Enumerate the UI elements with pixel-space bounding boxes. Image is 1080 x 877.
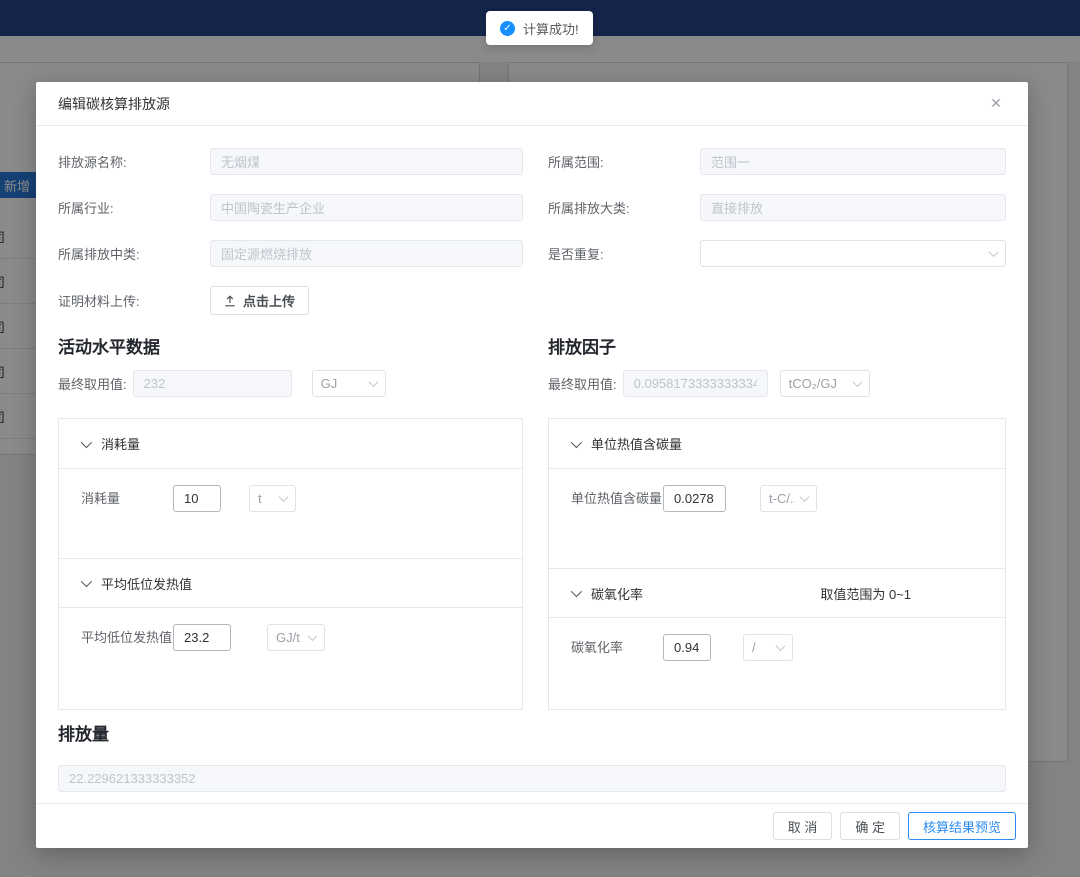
heating-value-unit-select: GJ/t	[267, 624, 325, 651]
oxidation-rate-range-note: 取值范围为 0~1	[820, 584, 911, 603]
upload-icon	[224, 295, 236, 307]
carbon-content-panel-header[interactable]: 单位热值含碳量	[549, 419, 1005, 469]
factor-final-label: 最终取用值:	[548, 374, 617, 393]
duplicate-select[interactable]	[700, 240, 1006, 267]
activity-final-unit-select: GJ	[312, 370, 386, 397]
factor-panels: 单位热值含碳量 单位热值含碳量 t-C/... 碳氧化	[548, 418, 1006, 710]
chevron-down-icon	[368, 377, 378, 387]
field-industry: 所属行业:	[58, 194, 523, 221]
dialog-title: 编辑碳核算排放源	[58, 94, 170, 114]
factor-final-input	[623, 370, 768, 397]
data-sections: 活动水平数据 最终取用值: GJ 消耗量	[58, 329, 1006, 710]
upload-label: 证明材料上传:	[58, 291, 210, 310]
oxidation-rate-label: 碳氧化率	[571, 634, 663, 657]
heating-value-label: 平均低位发热值	[81, 624, 173, 647]
edit-emission-source-dialog: 编辑碳核算排放源 排放源名称: 所属范围: 所属行业: 所属排放大类:	[36, 82, 1028, 848]
carbon-content-label: 单位热值含碳量	[571, 485, 663, 508]
carbon-content-input[interactable]	[663, 485, 726, 512]
chevron-down-icon	[308, 631, 318, 641]
success-toast: 计算成功!	[486, 11, 593, 45]
dialog-footer: 取 消 确 定 核算结果预览	[36, 803, 1028, 848]
carbon-content-unit-select: t-C/...	[760, 485, 817, 512]
close-icon[interactable]	[986, 94, 1006, 114]
factor-section-title: 排放因子	[548, 333, 1006, 358]
industry-label: 所属行业:	[58, 198, 210, 217]
activity-panels: 消耗量 消耗量 t 平均低位发热值	[58, 418, 523, 710]
duplicate-label: 是否重复:	[548, 244, 700, 263]
chevron-down-icon	[989, 247, 999, 257]
source-name-label: 排放源名称:	[58, 152, 210, 171]
upload-button[interactable]: 点击上传	[210, 286, 309, 315]
activity-final-row: 最终取用值: GJ	[58, 370, 523, 397]
industry-input	[210, 194, 523, 221]
activity-final-label: 最终取用值:	[58, 374, 127, 393]
confirm-button[interactable]: 确 定	[840, 812, 900, 840]
heating-value-panel-content: 平均低位发热值 GJ/t	[59, 608, 522, 709]
field-duplicate: 是否重复:	[548, 240, 1006, 267]
factor-section: 排放因子 最终取用值: tCO₂/GJ 单位热值含碳量	[548, 329, 1006, 710]
chevron-down-icon	[571, 586, 582, 597]
oxidation-rate-panel-content: 碳氧化率 /	[549, 618, 1005, 709]
field-source-name: 排放源名称:	[58, 148, 523, 175]
chevron-down-icon	[800, 492, 810, 502]
consumption-label: 消耗量	[81, 485, 173, 508]
toast-message: 计算成功!	[523, 19, 579, 38]
field-major-category: 所属排放大类:	[548, 194, 1006, 221]
heating-value-input[interactable]	[173, 624, 231, 651]
chevron-down-icon	[81, 576, 92, 587]
emission-amount-input	[58, 765, 1006, 792]
major-category-input	[700, 194, 1006, 221]
field-upload: 证明材料上传: 点击上传	[58, 286, 523, 315]
mid-category-label: 所属排放中类:	[58, 244, 210, 263]
consumption-unit-select: t	[249, 485, 296, 512]
scope-input	[700, 148, 1006, 175]
result-preview-button[interactable]: 核算结果预览	[908, 812, 1016, 840]
cancel-button[interactable]: 取 消	[773, 812, 833, 840]
consumption-panel-header[interactable]: 消耗量	[59, 419, 522, 469]
oxidation-rate-panel-header[interactable]: 碳氧化率 取值范围为 0~1	[549, 568, 1005, 618]
basic-info-form: 排放源名称: 所属范围: 所属行业: 所属排放大类: 所属排放中类:	[58, 148, 1006, 315]
chevron-down-icon	[279, 492, 289, 502]
activity-section: 活动水平数据 最终取用值: GJ 消耗量	[58, 329, 523, 710]
factor-final-unit-select: tCO₂/GJ	[780, 370, 870, 397]
screen: 新增 司 司 司 司 司 计算成功! 编辑碳核算排放源 排放源名称:	[0, 0, 1080, 877]
activity-section-title: 活动水平数据	[58, 333, 523, 358]
oxidation-rate-unit-select: /	[743, 634, 793, 661]
check-circle-icon	[500, 21, 515, 36]
chevron-down-icon	[852, 377, 862, 387]
emission-section-title: 排放量	[58, 720, 1006, 745]
carbon-content-panel-content: 单位热值含碳量 t-C/...	[549, 469, 1005, 569]
field-mid-category: 所属排放中类:	[58, 240, 523, 267]
consumption-panel-content: 消耗量 t	[59, 469, 522, 559]
chevron-down-icon	[81, 436, 92, 447]
major-category-label: 所属排放大类:	[548, 198, 700, 217]
mid-category-input	[210, 240, 523, 267]
heating-value-panel-header[interactable]: 平均低位发热值	[59, 558, 522, 608]
oxidation-rate-input[interactable]	[663, 634, 711, 661]
scope-label: 所属范围:	[548, 152, 700, 171]
field-scope: 所属范围:	[548, 148, 1006, 175]
chevron-down-icon	[571, 436, 582, 447]
dialog-header: 编辑碳核算排放源	[36, 82, 1028, 126]
chevron-down-icon	[776, 641, 786, 651]
source-name-input	[210, 148, 523, 175]
dialog-body: 排放源名称: 所属范围: 所属行业: 所属排放大类: 所属排放中类:	[36, 126, 1028, 803]
consumption-input[interactable]	[173, 485, 221, 512]
activity-final-input	[133, 370, 292, 397]
factor-final-row: 最终取用值: tCO₂/GJ	[548, 370, 1006, 397]
